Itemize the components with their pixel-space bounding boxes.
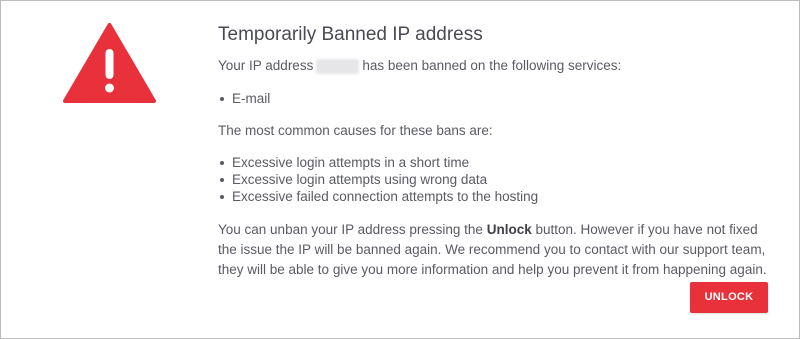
instructions-unlock-keyword: Unlock bbox=[486, 222, 532, 237]
ban-message: Temporarily Banned IP address Your IP ad… bbox=[218, 23, 778, 280]
page-title: Temporarily Banned IP address bbox=[218, 24, 483, 45]
redacted-ip-address bbox=[316, 58, 360, 74]
causes-intro: The most common causes for these bans ar… bbox=[218, 123, 493, 138]
ban-notice-panel: Temporarily Banned IP address Your IP ad… bbox=[0, 0, 800, 339]
warning-triangle-icon bbox=[63, 23, 156, 103]
list-item: E-mail bbox=[218, 90, 778, 107]
list-item: Excessive login attempts in a short time bbox=[218, 154, 778, 171]
list-item: Excessive login attempts using wrong dat… bbox=[218, 171, 778, 188]
banned-ip-suffix: has been banned on the following service… bbox=[362, 58, 622, 73]
banned-ip-line: Your IP address has been banned on the f… bbox=[218, 57, 778, 75]
instructions-text-start: You can unban your IP address pressing t… bbox=[218, 222, 487, 237]
banned-services-list: E-mail bbox=[218, 90, 778, 107]
banned-ip-prefix: Your IP address bbox=[218, 58, 314, 73]
unban-instructions: You can unban your IP address pressing t… bbox=[218, 220, 768, 280]
causes-list: Excessive login attempts in a short time… bbox=[218, 154, 778, 205]
list-item: Excessive failed connection attempts to … bbox=[218, 188, 778, 205]
unlock-button[interactable]: UNLOCK bbox=[690, 282, 768, 313]
